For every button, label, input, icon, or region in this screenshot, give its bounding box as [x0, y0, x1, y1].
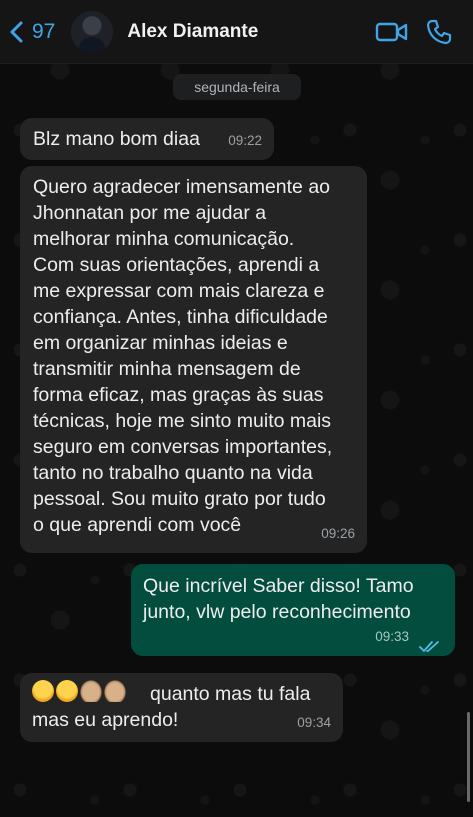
message-time: 09:33: [375, 629, 409, 644]
message-bubble-incoming[interactable]: Blz mano bom diaa 09:22: [20, 118, 274, 160]
message-text: Que incrível Saber disso! Tamo junto, vl…: [143, 575, 414, 623]
contact-name[interactable]: Alex Diamante: [127, 21, 375, 43]
message-text: Quero agradecer imensamente ao Jhonnatan…: [33, 176, 333, 536]
phone-icon: [426, 19, 452, 44]
day-separator: segunda-feira: [173, 74, 301, 100]
message-time: 09:34: [297, 715, 331, 730]
message-bubble-incoming[interactable]: Quero agradecer imensamente ao Jhonnatan…: [20, 166, 367, 553]
message-text: quanto mas tu fala mas eu aprendo!: [32, 683, 311, 731]
chat-header: 97 Alex Diamante: [0, 0, 473, 64]
unread-count: 97: [32, 19, 56, 43]
message-time: 09:26: [321, 526, 355, 541]
scrollbar[interactable]: [467, 712, 470, 802]
voice-call-button[interactable]: [425, 18, 453, 46]
message-text: Blz mano bom diaa: [33, 128, 200, 150]
message-time: 09:22: [228, 133, 262, 148]
message-bubble-incoming[interactable]: quanto mas tu fala mas eu aprendo! 09:34: [20, 673, 343, 742]
read-receipt-icon: [419, 635, 441, 653]
video-call-button[interactable]: [375, 18, 409, 46]
video-camera-icon: [375, 22, 408, 41]
back-button[interactable]: 97: [8, 20, 55, 44]
chevron-left-icon: [10, 21, 23, 42]
message-bubble-outgoing[interactable]: Que incrível Saber disso! Tamo junto, vl…: [131, 564, 455, 656]
avatar[interactable]: [71, 10, 114, 53]
